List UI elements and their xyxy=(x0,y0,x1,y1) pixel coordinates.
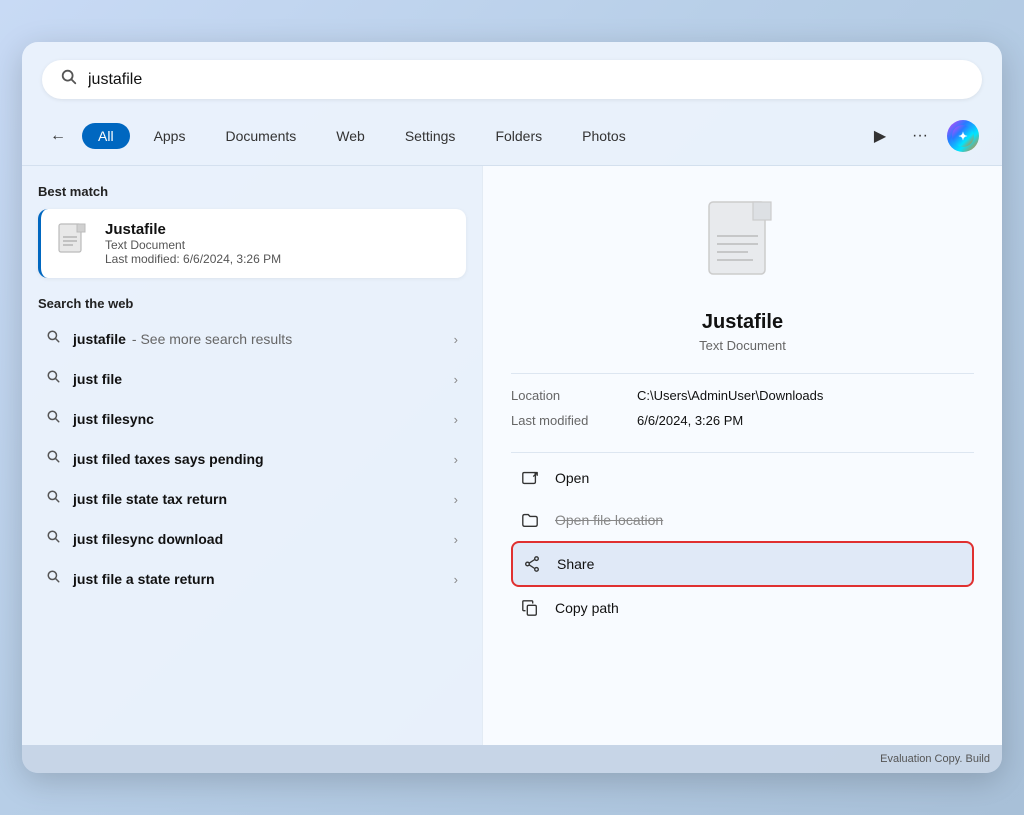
file-icon xyxy=(57,223,89,264)
copilot-icon: ✦ xyxy=(947,120,979,152)
share-label: Share xyxy=(557,556,594,572)
search-icon xyxy=(46,329,61,349)
file-preview-icon xyxy=(703,200,783,295)
best-match-date: Last modified: 6/6/2024, 3:26 PM xyxy=(105,252,281,266)
filter-apps[interactable]: Apps xyxy=(138,123,202,149)
search-panel: ← All Apps Documents Web Settings Folder… xyxy=(22,42,1002,773)
best-match-label: Best match xyxy=(38,184,466,199)
location-val: C:\Users\AdminUser\Downloads xyxy=(637,388,823,403)
main-content: Best match Justafi xyxy=(22,165,1002,745)
list-item[interactable]: just filed taxes says pending › xyxy=(38,439,466,479)
meta-modified-row: Last modified 6/6/2024, 3:26 PM xyxy=(511,413,974,428)
chevron-right-icon: › xyxy=(454,412,458,427)
copy-icon xyxy=(519,597,541,619)
list-item[interactable]: just file a state return › xyxy=(38,559,466,599)
right-panel: Justafile Text Document Location C:\User… xyxy=(482,166,1002,745)
chevron-right-icon: › xyxy=(454,572,458,587)
preview-type: Text Document xyxy=(699,338,786,353)
best-match-name: Justafile xyxy=(105,221,281,238)
list-item[interactable]: justafile - See more search results › xyxy=(38,319,466,359)
filter-row: ← All Apps Documents Web Settings Folder… xyxy=(22,111,1002,165)
modified-key: Last modified xyxy=(511,413,621,428)
copilot-button[interactable]: ✦ xyxy=(944,117,982,155)
folder-icon xyxy=(519,509,541,531)
search-icon xyxy=(46,369,61,389)
best-match-item[interactable]: Justafile Text Document Last modified: 6… xyxy=(38,209,466,278)
open-icon xyxy=(519,467,541,489)
web-section-label: Search the web xyxy=(38,296,466,311)
chevron-right-icon: › xyxy=(454,372,458,387)
evaluation-text: Evaluation Copy. Build xyxy=(880,753,990,765)
copy-path-label: Copy path xyxy=(555,600,619,616)
back-button[interactable]: ← xyxy=(42,120,74,152)
filter-settings[interactable]: Settings xyxy=(389,123,472,149)
modified-val: 6/6/2024, 3:26 PM xyxy=(637,413,743,428)
search-bar-row xyxy=(22,42,1002,111)
action-open-location[interactable]: Open file location xyxy=(511,499,974,541)
search-icon xyxy=(46,409,61,429)
filter-web[interactable]: Web xyxy=(320,123,381,149)
play-button[interactable]: ▶ xyxy=(864,120,896,152)
file-icon-wrap xyxy=(55,226,91,262)
action-open[interactable]: Open xyxy=(511,457,974,499)
open-location-label: Open file location xyxy=(555,512,663,528)
chevron-right-icon: › xyxy=(454,452,458,467)
location-key: Location xyxy=(511,388,621,403)
list-item[interactable]: just filesync › xyxy=(38,399,466,439)
actions-divider xyxy=(511,452,974,453)
filter-photos[interactable]: Photos xyxy=(566,123,642,149)
list-item[interactable]: just file state tax return › xyxy=(38,479,466,519)
best-match-info: Justafile Text Document Last modified: 6… xyxy=(105,221,281,266)
filter-folders[interactable]: Folders xyxy=(479,123,558,149)
search-input-wrap xyxy=(42,60,982,99)
chevron-right-icon: › xyxy=(454,532,458,547)
search-icon xyxy=(46,449,61,469)
share-icon xyxy=(521,553,543,575)
search-input[interactable] xyxy=(88,71,964,89)
best-match-type: Text Document xyxy=(105,238,281,252)
bottom-bar: Evaluation Copy. Build xyxy=(22,745,1002,773)
search-icon xyxy=(46,569,61,589)
list-item[interactable]: just filesync download › xyxy=(38,519,466,559)
filter-documents[interactable]: Documents xyxy=(209,123,312,149)
action-copy-path[interactable]: Copy path xyxy=(511,587,974,629)
filter-all[interactable]: All xyxy=(82,123,130,149)
more-button[interactable]: ··· xyxy=(904,120,936,152)
list-item[interactable]: just file › xyxy=(38,359,466,399)
preview-title: Justafile xyxy=(702,311,783,334)
search-icon xyxy=(60,68,78,91)
chevron-right-icon: › xyxy=(454,332,458,347)
open-label: Open xyxy=(555,470,589,486)
search-icon xyxy=(46,529,61,549)
action-share[interactable]: Share xyxy=(511,541,974,587)
svg-text:✦: ✦ xyxy=(958,131,967,143)
file-meta: Location C:\Users\AdminUser\Downloads La… xyxy=(511,373,974,438)
left-panel: Best match Justafi xyxy=(22,166,482,745)
meta-location-row: Location C:\Users\AdminUser\Downloads xyxy=(511,388,974,403)
search-icon xyxy=(46,489,61,509)
chevron-right-icon: › xyxy=(454,492,458,507)
